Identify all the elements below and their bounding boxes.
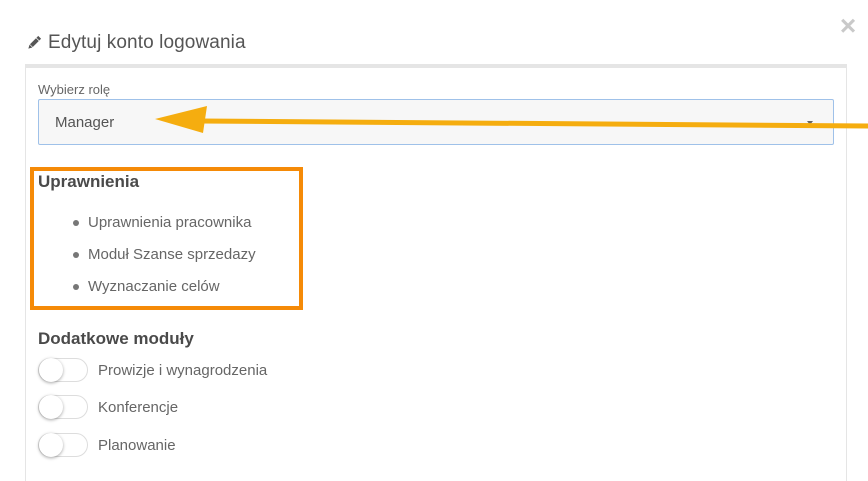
toggle-knob: [39, 395, 63, 419]
pencil-icon: [25, 34, 43, 52]
modal-header: Edytuj konto logowania: [25, 28, 246, 58]
close-icon[interactable]: ×: [836, 12, 860, 40]
permissions-heading: Uprawnienia: [38, 172, 140, 191]
modal-title: Edytuj konto logowania: [48, 32, 246, 53]
conferences-toggle[interactable]: [38, 395, 88, 419]
module-row-planning: Planowanie: [38, 433, 176, 457]
planning-toggle[interactable]: [38, 433, 88, 457]
module-row-commissions: Prowizje i wynagrodzenia: [38, 358, 267, 382]
toggle-label: Konferencje: [98, 398, 179, 416]
list-item: Wyznaczanie celów: [38, 274, 256, 306]
toggle-knob: [39, 433, 63, 457]
role-select-value: Manager: [55, 113, 115, 131]
edit-login-modal: Edytuj konto logowania × Wybierz rolę Ma…: [0, 0, 868, 481]
role-label: Wybierz rolę: [38, 82, 111, 97]
annotation-arrow: [155, 106, 868, 133]
list-item: Uprawnienia pracownika: [38, 210, 256, 242]
list-item: Moduł Szanse sprzedazy: [38, 242, 256, 274]
toggle-knob: [39, 358, 63, 382]
toggle-label: Planowanie: [98, 436, 176, 454]
module-row-conferences: Konferencje: [38, 395, 178, 419]
additional-modules-heading: Dodatkowe moduły: [38, 329, 194, 348]
permissions-list: Uprawnienia pracownika Moduł Szanse sprz…: [38, 210, 256, 306]
commissions-toggle[interactable]: [38, 358, 88, 382]
toggle-label: Prowizje i wynagrodzenia: [98, 361, 268, 379]
